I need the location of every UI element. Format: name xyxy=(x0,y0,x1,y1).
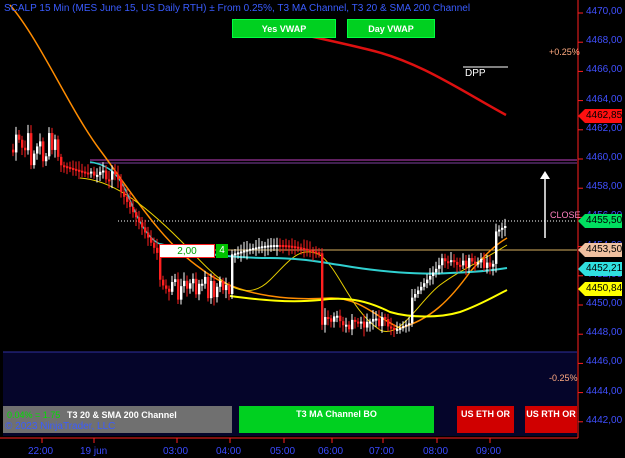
time-axis-label: 06:00 xyxy=(318,446,344,457)
price-axis-label: 4448,00 xyxy=(586,327,623,339)
price-tag: 4462,85 xyxy=(578,109,622,123)
price-axis-label: 4450,00 xyxy=(586,298,623,309)
price-axis-label: 4468,00 xyxy=(586,35,623,47)
price-tag: 4453,50 xyxy=(578,243,622,257)
position-count-box: 4 xyxy=(216,244,228,258)
time-axis-label: 04:00 xyxy=(216,446,242,457)
dpp-label: DPP xyxy=(465,68,486,79)
t3-sma200-channel-button[interactable]: 0.04% = 1.75 T3 20 & SMA 200 Channel © 2… xyxy=(3,406,232,433)
price-axis-label: 4444,00 xyxy=(586,385,623,397)
position-qty-box[interactable]: 2,00 xyxy=(159,244,215,258)
time-axis-label: 09:00 xyxy=(476,446,502,457)
yes-vwap-button[interactable]: Yes VWAP xyxy=(232,19,336,38)
price-chart[interactable] xyxy=(0,0,625,458)
us-rth-or-button[interactable]: US RTH OR xyxy=(525,406,577,433)
price-axis-label: 4464,00 xyxy=(586,93,623,105)
day-vwap-button[interactable]: Day VWAP xyxy=(347,19,435,38)
price-tag: 4450,84 xyxy=(578,282,622,296)
time-axis-label: 22:00 xyxy=(28,446,54,457)
minus-pct-label: -0.25% xyxy=(549,373,578,383)
price-axis-label: 4442,00 xyxy=(586,414,623,426)
chart-title: SCALP 15 Min (MES June 15, US Daily RTH)… xyxy=(4,3,471,14)
price-axis-label: 4462,00 xyxy=(586,122,623,134)
time-axis-label: 08:00 xyxy=(423,446,449,457)
price-tag: 4455,50 xyxy=(578,214,622,228)
price-axis-label: 4458,00 xyxy=(586,181,623,193)
price-axis-label: 4470,00 xyxy=(586,6,623,17)
us-eth-or-button[interactable]: US ETH OR xyxy=(457,406,514,433)
time-axis-label: 03:00 xyxy=(163,446,189,457)
t3-ma-channel-bo-button[interactable]: T3 MA Channel BO xyxy=(239,406,434,433)
time-axis-label: 19 jun xyxy=(80,446,108,457)
time-axis-label: 07:00 xyxy=(369,446,395,457)
price-axis-label: 4446,00 xyxy=(586,356,623,368)
price-axis-label: 4460,00 xyxy=(586,152,623,163)
plus-pct-label: +0.25% xyxy=(549,47,580,57)
close-label: CLOSE xyxy=(550,210,581,220)
price-axis-label: 4466,00 xyxy=(586,64,623,76)
price-tag: 4452,21 xyxy=(578,262,622,276)
copyright-text: © 2023 NinjaTrader, LLC xyxy=(5,421,116,432)
time-axis-label: 05:00 xyxy=(270,446,296,457)
